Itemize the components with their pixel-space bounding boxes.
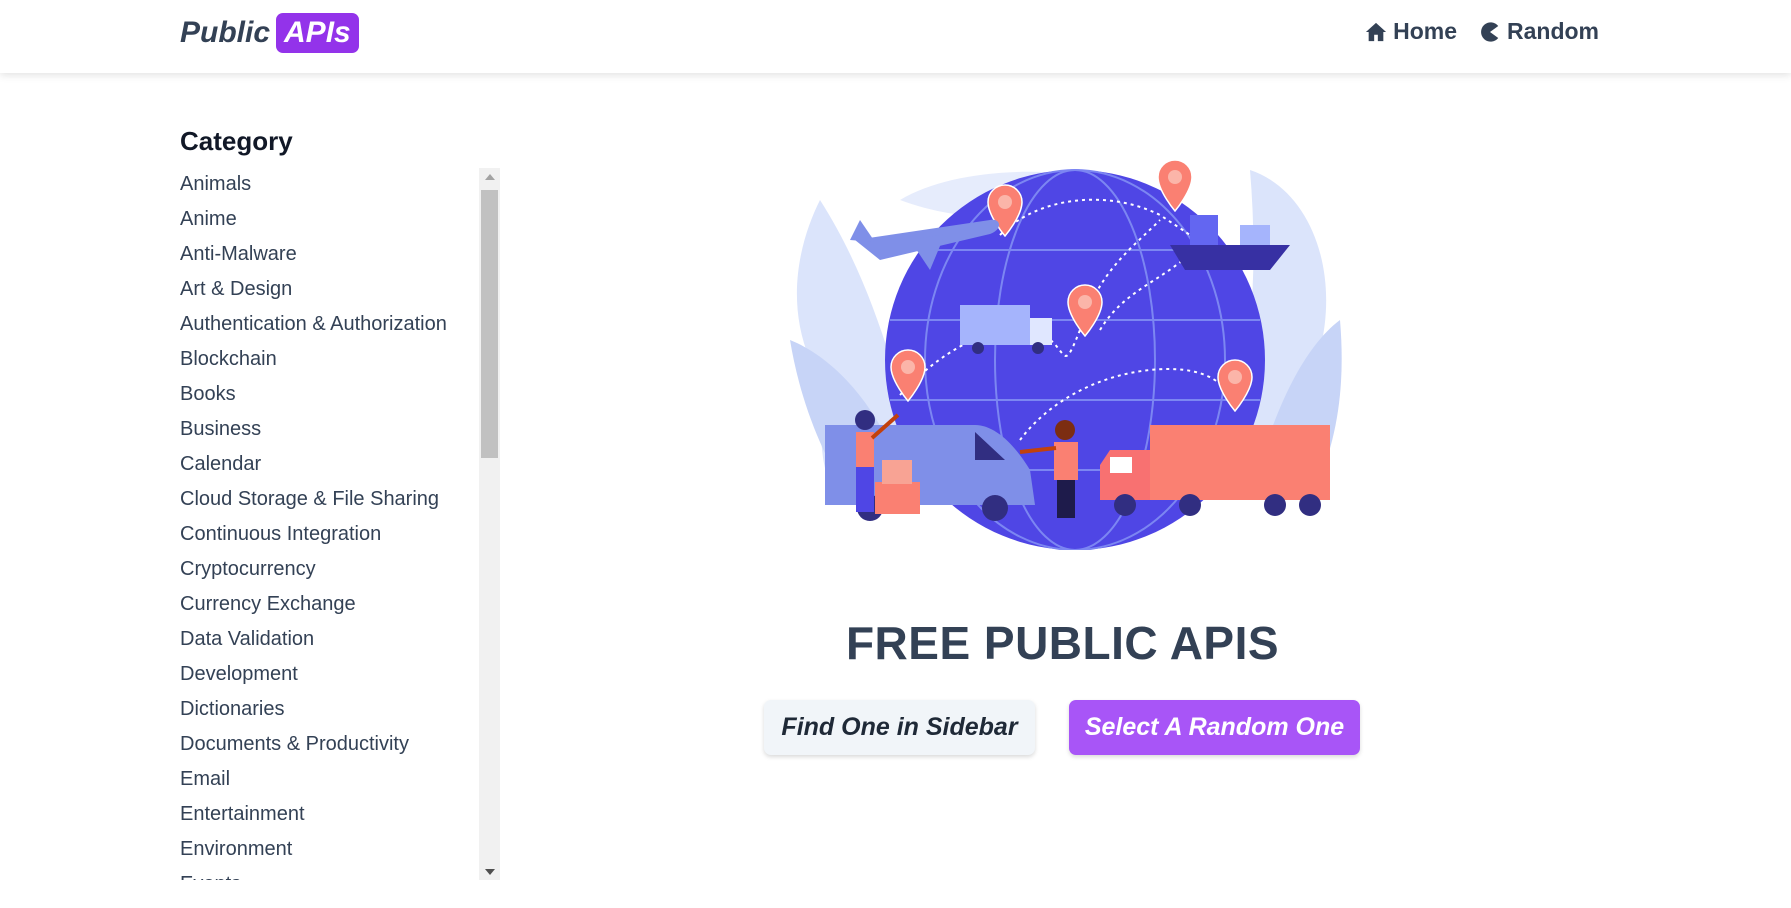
- nav-home-label: Home: [1393, 18, 1457, 44]
- site-logo[interactable]: Public APIs: [180, 13, 359, 53]
- category-item[interactable]: Continuous Integration: [180, 518, 476, 553]
- category-item[interactable]: Art & Design: [180, 273, 476, 308]
- sidebar-scrollbar[interactable]: [479, 168, 500, 880]
- select-random-button[interactable]: Select A Random One: [1069, 700, 1360, 755]
- global-logistics-illustration: [790, 160, 1342, 550]
- category-item[interactable]: Anime: [180, 203, 476, 238]
- category-item[interactable]: Development: [180, 658, 476, 693]
- category-item[interactable]: Dictionaries: [180, 693, 476, 728]
- category-item[interactable]: Anti-Malware: [180, 238, 476, 273]
- category-item[interactable]: Business: [180, 413, 476, 448]
- category-item[interactable]: Events: [180, 868, 476, 880]
- nav-home-link[interactable]: Home: [1365, 18, 1457, 45]
- main-nav: Home Random: [1365, 18, 1599, 45]
- logo-badge: APIs: [276, 13, 359, 53]
- category-item[interactable]: Currency Exchange: [180, 588, 476, 623]
- hero-title: FREE PUBLIC APIS: [845, 617, 1280, 669]
- category-item[interactable]: Cryptocurrency: [180, 553, 476, 588]
- category-item[interactable]: Animals: [180, 168, 476, 203]
- pacman-icon: [1481, 21, 1499, 42]
- scroll-up-arrow-icon[interactable]: [479, 168, 500, 185]
- category-item[interactable]: Environment: [180, 833, 476, 868]
- top-navbar: Public APIs Home Random: [0, 0, 1791, 73]
- find-in-sidebar-button[interactable]: Find One in Sidebar: [764, 700, 1035, 755]
- category-item[interactable]: Blockchain: [180, 343, 476, 378]
- category-item[interactable]: Books: [180, 378, 476, 413]
- home-icon: [1366, 22, 1387, 41]
- scroll-down-arrow-icon[interactable]: [479, 863, 500, 880]
- category-item[interactable]: Email: [180, 763, 476, 798]
- category-sidebar: Animals Anime Anti-Malware Art & Design Auth…: [180, 168, 500, 880]
- nav-random-label: Random: [1507, 18, 1599, 44]
- logo-text: Public: [180, 16, 271, 49]
- category-list[interactable]: Animals Anime Anti-Malware Art & Design Auth…: [180, 168, 476, 880]
- category-item[interactable]: Calendar: [180, 448, 476, 483]
- category-heading: Category: [180, 126, 293, 156]
- category-item[interactable]: Authentication & Authorization: [180, 308, 476, 343]
- nav-random-link[interactable]: Random: [1479, 18, 1599, 45]
- category-item[interactable]: Cloud Storage & File Sharing: [180, 483, 476, 518]
- category-item[interactable]: Documents & Productivity: [180, 728, 476, 763]
- category-item[interactable]: Data Validation: [180, 623, 476, 658]
- category-item[interactable]: Entertainment: [180, 798, 476, 833]
- scrollbar-thumb[interactable]: [481, 190, 498, 458]
